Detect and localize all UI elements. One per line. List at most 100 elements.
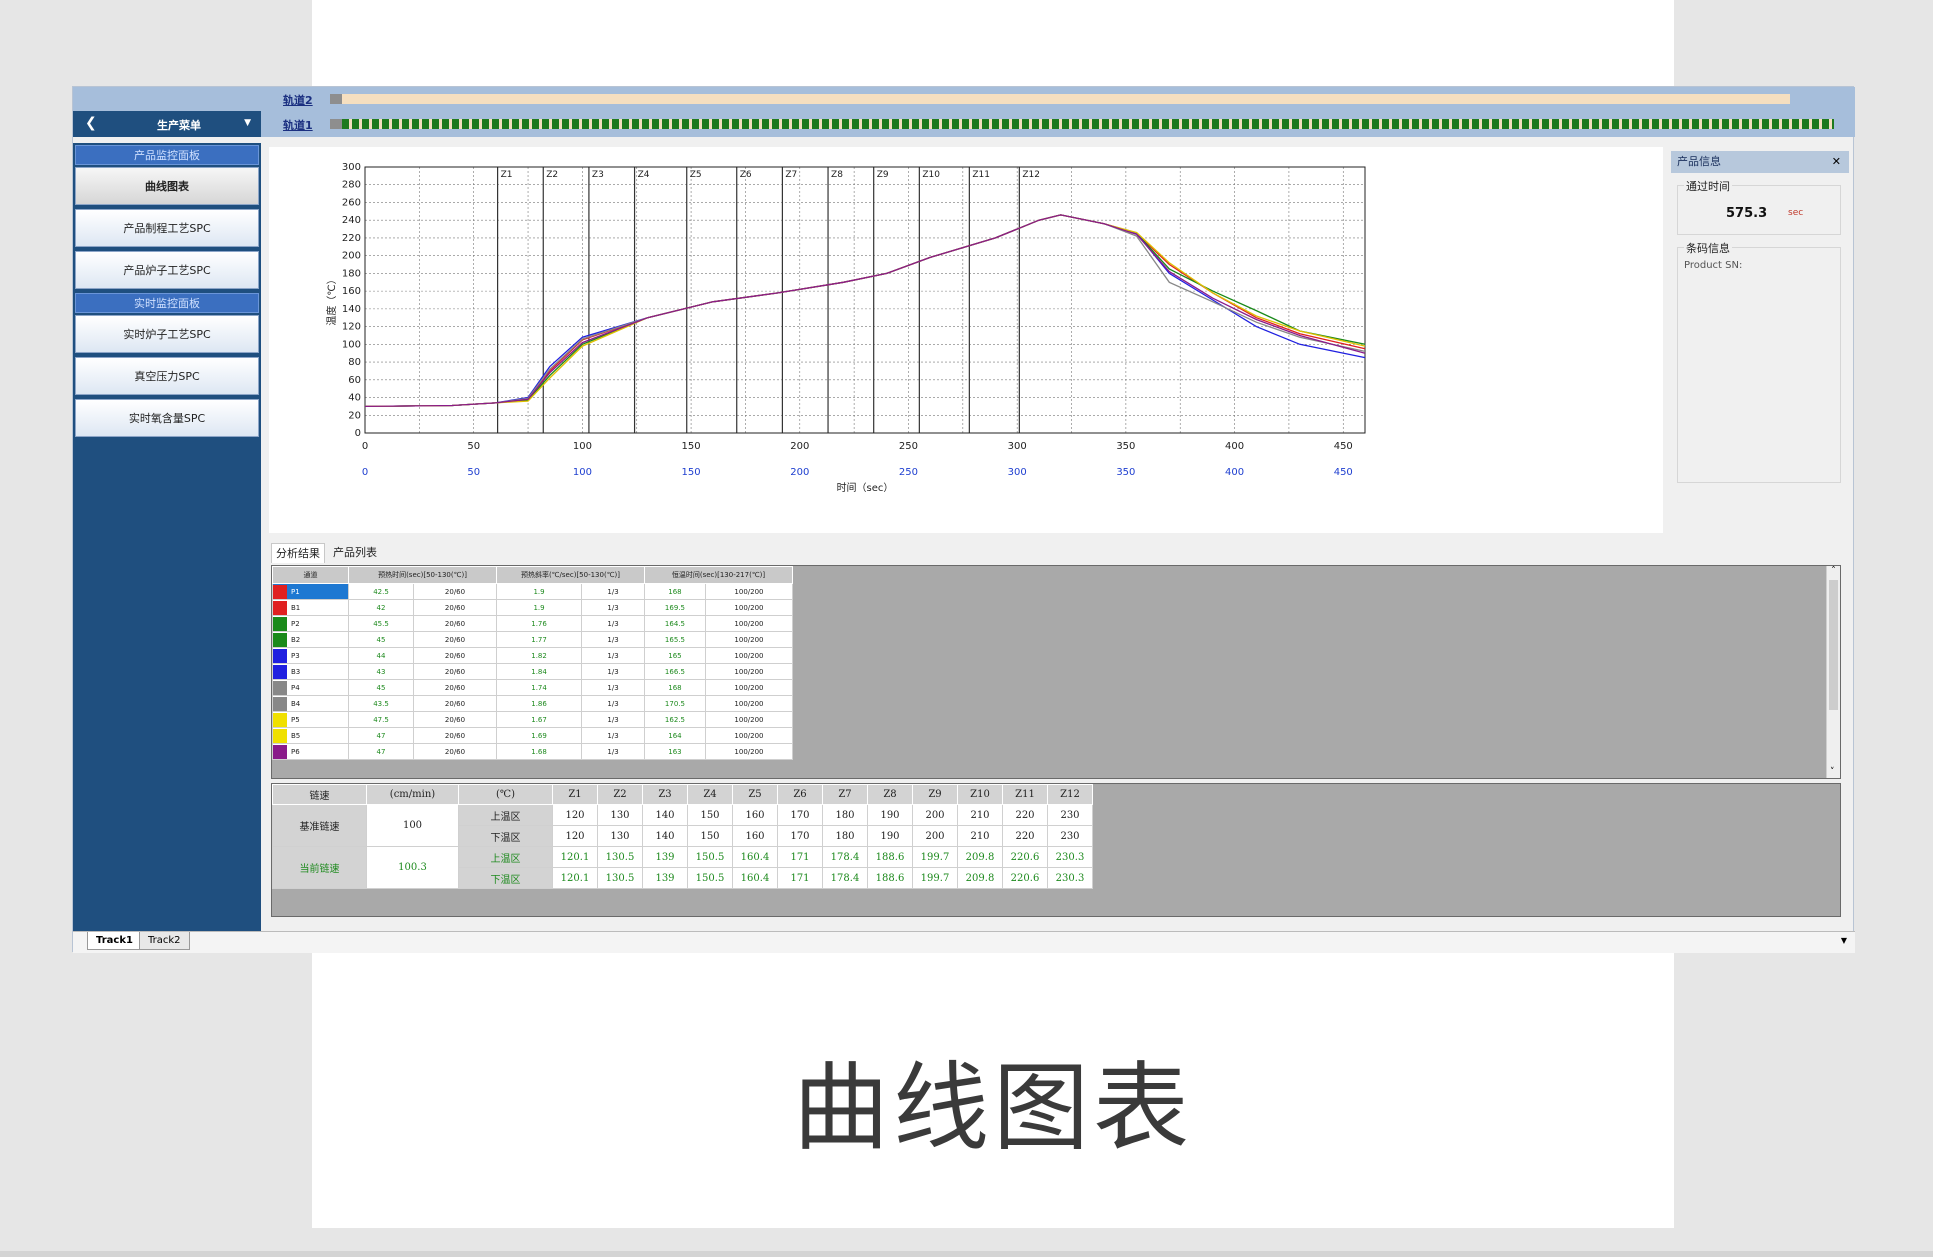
y-tick-label: 220 <box>342 233 361 244</box>
channel-cell[interactable]: P4 <box>272 679 349 696</box>
collapse-chevron-icon[interactable]: ❮ <box>85 115 97 131</box>
table-row[interactable]: B1 42 20/60 1.9 1/3 169.5 100/200 <box>272 599 794 616</box>
col-header-zone: Z2 <box>597 784 643 805</box>
channel-color-swatch <box>273 696 287 711</box>
channel-label: P2 <box>291 619 300 628</box>
zone-temp-cell: 130.5 <box>597 867 643 889</box>
result-cell: 1/3 <box>581 663 645 680</box>
channel-label: B2 <box>291 635 301 644</box>
realtime-monitor-panel-header[interactable]: 实时监控面板 <box>75 293 259 313</box>
zone-temp-cell: 171 <box>777 867 823 889</box>
channel-cell[interactable]: B5 <box>272 727 349 744</box>
tab-track2[interactable]: Track2 <box>139 932 190 950</box>
col-header-chain-speed: 链速 <box>272 784 367 805</box>
result-cell: 1/3 <box>581 583 645 600</box>
result-cell: 1.77 <box>495 631 583 648</box>
zone-temp-cell: 170 <box>777 825 823 847</box>
channel-cell[interactable]: P1 <box>272 583 349 600</box>
zone-temp-cell: 178.4 <box>822 846 868 868</box>
result-cell: 1/3 <box>581 711 645 728</box>
y-tick-label: 100 <box>342 339 361 350</box>
tab-product-list[interactable]: 产品列表 <box>329 543 381 563</box>
table-row[interactable]: B4 43.5 20/60 1.86 1/3 170.5 100/200 <box>272 695 794 712</box>
y-tick-label: 160 <box>342 286 361 297</box>
channel-label: B1 <box>291 603 301 612</box>
channel-cell[interactable]: P3 <box>272 647 349 664</box>
channel-label: P1 <box>291 587 300 596</box>
sidebar-item-product-process-spc[interactable]: 产品制程工艺SPC <box>75 209 259 247</box>
channel-cell[interactable]: P6 <box>272 743 349 760</box>
speed-type-label: 当前链速 <box>272 846 367 889</box>
sidebar-item-realtime-oven-spc[interactable]: 实时炉子工艺SPC <box>75 315 259 353</box>
table-row[interactable]: P1 42.5 20/60 1.9 1/3 168 100/200 <box>272 583 794 600</box>
results-scrollbar[interactable]: ˄ ˅ <box>1826 566 1840 778</box>
production-menu-header[interactable]: ❮ 生产菜单 ▼ <box>73 111 261 137</box>
channel-cell[interactable]: B1 <box>272 599 349 616</box>
zone-temp-cell: 139 <box>642 867 688 889</box>
result-cell: 1/3 <box>581 647 645 664</box>
scrollbar-thumb[interactable] <box>1829 580 1838 710</box>
scroll-up-icon[interactable]: ˄ <box>1831 566 1836 576</box>
channel-color-swatch <box>273 616 287 631</box>
sidebar-item-realtime-oxygen-spc[interactable]: 实时氧含量SPC <box>75 399 259 437</box>
speed-value: 100 <box>366 804 459 847</box>
table-row[interactable]: P6 47 20/60 1.68 1/3 163 100/200 <box>272 743 794 760</box>
series-line <box>364 214 1366 408</box>
tab-analysis-results[interactable]: 分析结果 <box>271 543 325 563</box>
product-info-header: 产品信息 ✕ <box>1671 151 1849 173</box>
channel-cell[interactable]: B3 <box>272 663 349 680</box>
zone-temp-cell: 130.5 <box>597 846 643 868</box>
col-header-soak-time: 恒温时间(sec)[130-217(℃)] <box>644 566 793 584</box>
dropdown-arrow-icon[interactable]: ▼ <box>244 118 251 128</box>
zone-label: Z4 <box>638 170 650 180</box>
zone-temp-cell: 120 <box>552 825 598 847</box>
result-cell: 20/60 <box>413 727 497 744</box>
result-cell: 42 <box>348 599 414 616</box>
tab-track1[interactable]: Track1 <box>87 932 142 950</box>
col-header-zone: Z3 <box>642 784 688 805</box>
channel-label: P5 <box>291 715 300 724</box>
dropdown-arrow-icon[interactable]: ▼ <box>1841 936 1847 945</box>
zone-temp-cell: 188.6 <box>867 867 913 889</box>
y-tick-label: 300 <box>342 162 361 173</box>
channel-cell[interactable]: P5 <box>272 711 349 728</box>
result-cell: 100/200 <box>704 599 794 616</box>
product-monitor-panel-header[interactable]: 产品监控面板 <box>75 145 259 165</box>
result-cell: 100/200 <box>704 727 794 744</box>
channel-cell[interactable]: P2 <box>272 615 349 632</box>
zone-temp-cell: 210 <box>957 804 1003 826</box>
zone-temp-cell: 209.8 <box>957 846 1003 868</box>
result-cell: 20/60 <box>413 711 497 728</box>
zone-temp-cell: 130 <box>597 825 643 847</box>
table-row[interactable]: P4 45 20/60 1.74 1/3 168 100/200 <box>272 679 794 696</box>
result-cell: 100/200 <box>704 647 794 664</box>
table-row[interactable]: B2 45 20/60 1.77 1/3 165.5 100/200 <box>272 631 794 648</box>
channel-cell[interactable]: B4 <box>272 695 349 712</box>
zone-temp-cell: 220.6 <box>1002 846 1048 868</box>
y-axis-label: 温度（℃） <box>325 274 338 325</box>
track2-link[interactable]: 轨道2 <box>283 92 313 108</box>
channel-cell[interactable]: B2 <box>272 631 349 648</box>
pass-time-label: 通过时间 <box>1684 178 1732 194</box>
series-line <box>364 214 1366 408</box>
y-tick-label: 20 <box>348 410 361 421</box>
x-tick-label-secondary: 450 <box>1334 467 1353 478</box>
close-icon[interactable]: ✕ <box>1832 151 1841 173</box>
chart-panel: Z1 Z2 Z3 Z4 Z5 Z6 Z7 Z8 Z9 Z10 Z11 Z12 0 20 40 60 80 100 1… <box>269 147 1663 533</box>
table-row[interactable]: P3 44 20/60 1.82 1/3 165 100/200 <box>272 647 794 664</box>
result-cell: 100/200 <box>704 711 794 728</box>
table-row[interactable]: B5 47 20/60 1.69 1/3 164 100/200 <box>272 727 794 744</box>
scroll-down-icon[interactable]: ˅ <box>1830 767 1835 777</box>
result-cell: 100/200 <box>704 631 794 648</box>
table-row[interactable]: P2 45.5 20/60 1.76 1/3 164.5 100/200 <box>272 615 794 632</box>
table-row[interactable]: P5 47.5 20/60 1.67 1/3 162.5 100/200 <box>272 711 794 728</box>
result-cell: 1.67 <box>495 711 583 728</box>
sidebar-item-curve-chart[interactable]: 曲线图表 <box>75 167 259 205</box>
zone-temp-cell: 209.8 <box>957 867 1003 889</box>
sidebar-item-product-oven-spc[interactable]: 产品炉子工艺SPC <box>75 251 259 289</box>
table-row[interactable]: B3 43 20/60 1.84 1/3 166.5 100/200 <box>272 663 794 680</box>
zone-side-label: 下温区 <box>458 867 553 889</box>
track1-link[interactable]: 轨道1 <box>283 117 313 133</box>
result-cell: 47 <box>348 727 414 744</box>
sidebar-item-vacuum-pressure-spc[interactable]: 真空压力SPC <box>75 357 259 395</box>
